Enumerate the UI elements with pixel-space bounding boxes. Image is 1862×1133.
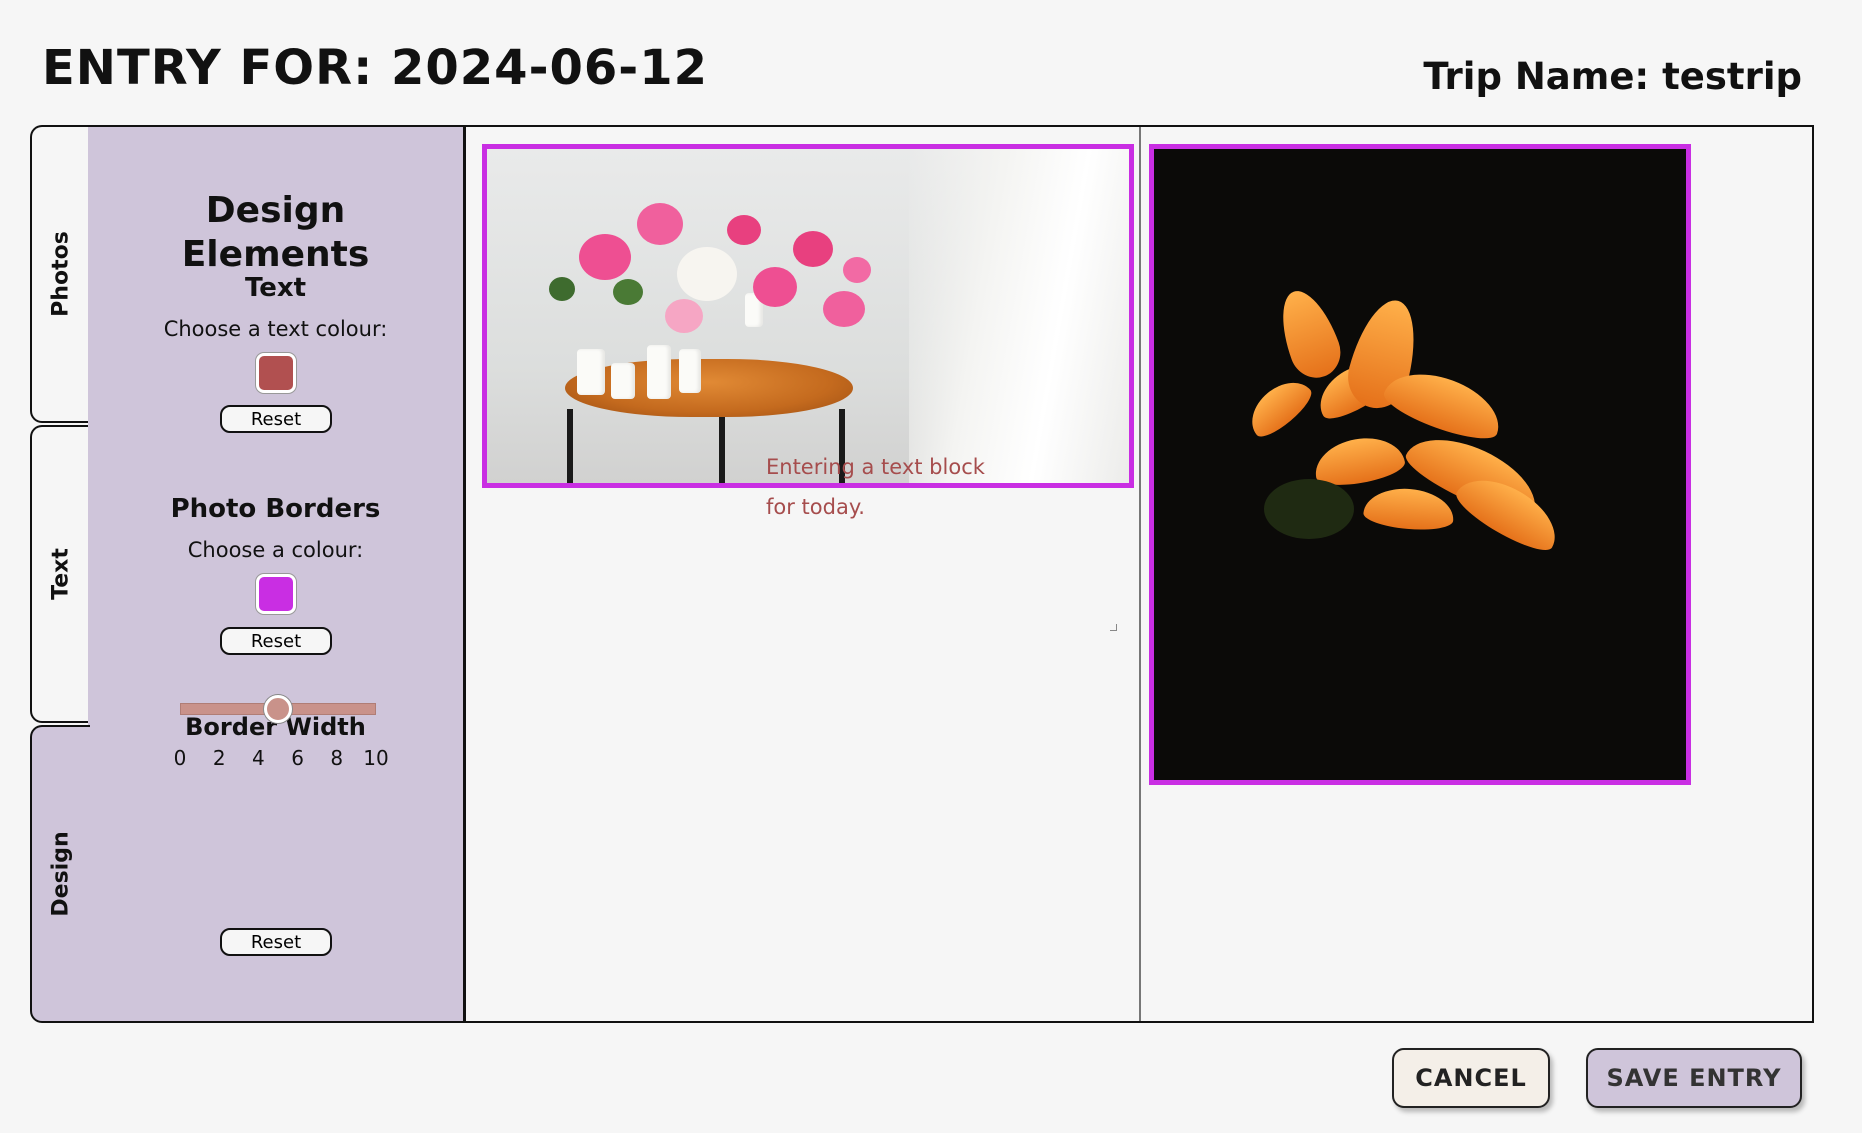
border-width-tick-0: 0 (173, 746, 187, 770)
border-width-reset-button[interactable]: Reset (220, 928, 332, 956)
save-entry-button[interactable]: SAVE ENTRY (1586, 1048, 1802, 1108)
border-width-tick-2: 2 (212, 746, 226, 770)
tab-design[interactable]: Design (30, 725, 90, 1023)
border-colour-swatch[interactable] (256, 574, 296, 614)
design-panel: Design Elements Text Choose a text colou… (88, 125, 466, 1023)
tab-text-label: Text (48, 548, 74, 600)
journal-canvas[interactable]: Entering a text block for today. (466, 125, 1814, 1023)
border-width-slider-thumb[interactable] (264, 695, 292, 723)
text-colour-reset-button[interactable]: Reset (220, 405, 332, 433)
photo-borders-heading: Photo Borders (170, 494, 381, 524)
text-colour-swatch[interactable] (256, 353, 296, 393)
tab-design-label: Design (48, 831, 74, 917)
tab-text[interactable]: Text (30, 425, 92, 723)
trip-name: Trip Name: testrip (1423, 55, 1802, 98)
text-colour-label: Choose a text colour: (163, 317, 388, 341)
text-block[interactable]: Entering a text block for today. (766, 447, 1016, 527)
cancel-button[interactable]: CANCEL (1392, 1048, 1550, 1108)
border-width-tick-4: 4 (252, 746, 265, 770)
photo-orange-flower[interactable] (1149, 144, 1691, 785)
border-colour-reset-button[interactable]: Reset (220, 627, 332, 655)
entry-title: ENTRY FOR: 2024-06-12 (42, 40, 708, 96)
border-width-tick-6: 6 (291, 746, 304, 770)
border-width-tick-8: 8 (330, 746, 344, 770)
page-divider (1139, 127, 1141, 1021)
photo-flowers-table[interactable] (482, 144, 1134, 488)
border-width-tick-10: 10 (363, 746, 389, 770)
text-section-heading: Text (244, 273, 307, 303)
border-colour-label: Choose a colour: (187, 538, 364, 562)
panel-heading: Design Elements (181, 190, 370, 275)
border-width-tick-labels: 0 2 4 6 8 10 (174, 746, 389, 770)
tab-photos-label: Photos (48, 231, 74, 317)
text-block-resize-handle[interactable] (1110, 624, 1117, 631)
tab-photos[interactable]: Photos (30, 125, 92, 423)
